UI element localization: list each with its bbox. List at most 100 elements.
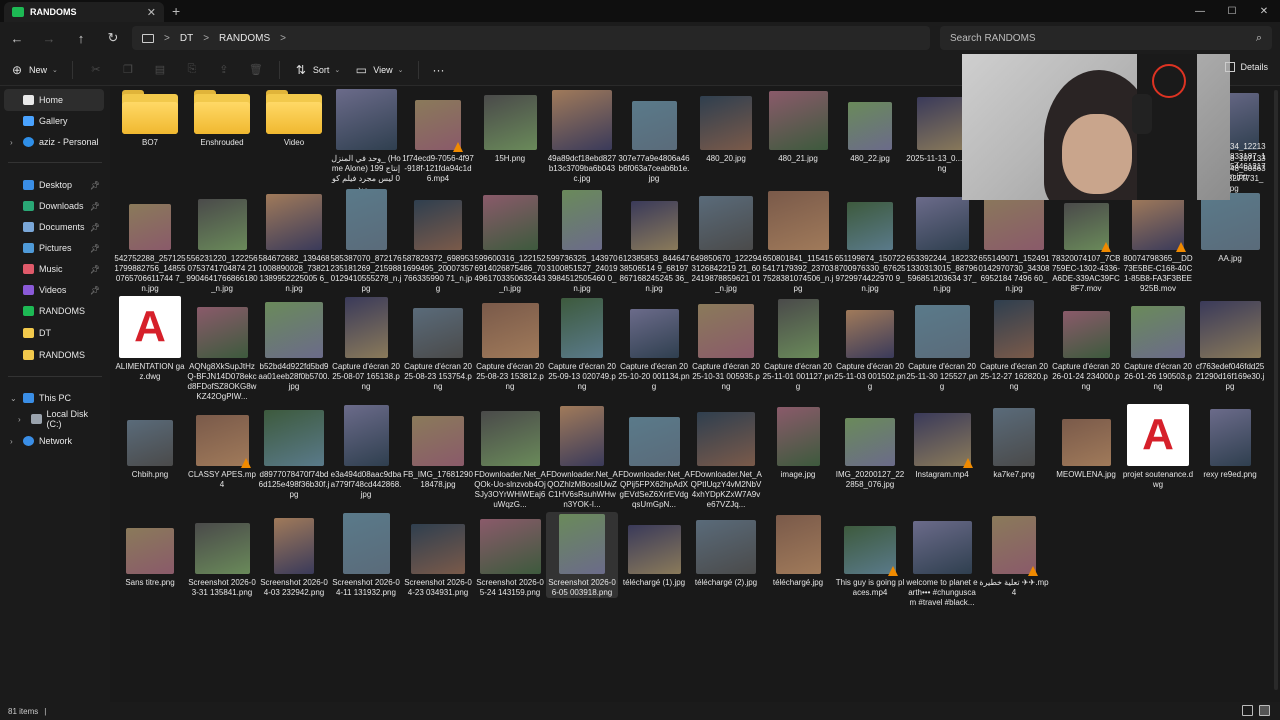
- file-item[interactable]: Screenshot 2026-04-11 131932.png: [330, 512, 402, 598]
- file-item[interactable]: FB_IMG_1768129018478.jpg: [402, 404, 474, 490]
- file-item[interactable]: Capture d'écran 2025-10-31 005935.png: [690, 296, 762, 392]
- file-item[interactable]: 480_21.jpg: [762, 88, 834, 164]
- file-item[interactable]: Capture d'écran 2026-01-24 234000.png: [1050, 296, 1122, 392]
- file-item[interactable]: 651199874_1507228700976330_6762597299744…: [834, 188, 906, 294]
- close-window-button[interactable]: ✕: [1248, 0, 1280, 22]
- file-item[interactable]: Capture d'écran 2025-11-01 001127.png: [762, 296, 834, 392]
- file-item[interactable]: image.jpg: [762, 404, 834, 480]
- sidebar-item-randoms[interactable]: RANDOMS: [4, 344, 104, 366]
- chevron-right-icon[interactable]: ›: [10, 138, 18, 147]
- file-item[interactable]: cf763edef046fdd2521290d16f169e30.jpg: [1194, 296, 1266, 392]
- file-item[interactable]: Capture d'écran 2025-08-23 153812.png: [474, 296, 546, 392]
- file-item[interactable]: 556231220_1222560753741704874 2199046417…: [186, 188, 258, 294]
- file-item[interactable]: Enshrouded: [186, 88, 258, 148]
- chevron-right-icon[interactable]: ›: [18, 415, 26, 424]
- file-item[interactable]: welcome to planet earth••• #chunguscam #…: [906, 512, 978, 608]
- file-item[interactable]: 587829372_6989531699495_2000735776633599…: [402, 188, 474, 294]
- file-item[interactable]: 649850670_1222943126842219 21_6024198788…: [690, 188, 762, 294]
- search-input[interactable]: Search RANDOMS ⌕: [940, 26, 1272, 50]
- file-item[interactable]: Screenshot 2026-05-24 143159.png: [474, 512, 546, 598]
- address-field[interactable]: > DT > RANDOMS >: [132, 26, 930, 50]
- file-item[interactable]: وحد في المنزل_ (Home Alone) إنتاج 1990 ل…: [330, 88, 402, 194]
- maximize-button[interactable]: ☐: [1216, 0, 1248, 22]
- sidebar-item-documents[interactable]: Documents 📌︎: [4, 216, 104, 238]
- sidebar-item-local-disk[interactable]: › Local Disk (C:): [4, 408, 104, 430]
- copy-icon[interactable]: ❐: [119, 63, 137, 77]
- large-icons-view-icon[interactable]: [1259, 705, 1270, 716]
- file-item[interactable]: This guy is going places.mp4: [834, 512, 906, 598]
- close-tab-icon[interactable]: ✕: [147, 6, 156, 19]
- file-item[interactable]: Screenshot 2026-04-23 034931.png: [402, 512, 474, 598]
- file-item[interactable]: Capture d'écran 2026-01-26 190503.png: [1122, 296, 1194, 392]
- file-item[interactable]: Sans titre.png: [114, 512, 186, 588]
- cut-icon[interactable]: ✂: [87, 63, 105, 77]
- file-item[interactable]: téléchargé.jpg: [762, 512, 834, 588]
- file-item[interactable]: téléchargé (1).jpg: [618, 512, 690, 588]
- file-item[interactable]: e3a494d08aac9dbaa779f748cd442868.jpg: [330, 404, 402, 500]
- chevron-right-icon[interactable]: ›: [10, 437, 18, 446]
- file-item[interactable]: 599736325_1439703100851527_2401939845125…: [546, 188, 618, 294]
- file-item[interactable]: A ALIMENTATION gaz.dwg: [114, 296, 186, 382]
- file-item[interactable]: 542752288_2571251799882756_1485507657066…: [114, 188, 186, 294]
- file-item[interactable]: Screenshot 2026-03-31 135841.png: [186, 512, 258, 598]
- sidebar-item-videos[interactable]: Videos 📌︎: [4, 279, 104, 301]
- rename-icon[interactable]: ⎘: [183, 63, 201, 77]
- file-item[interactable]: Capture d'écran 2025-08-23 153754.png: [402, 296, 474, 392]
- file-item[interactable]: FDownloader.Net_AQPtIUqzY4vM2NbV4xhYDpKZ…: [690, 404, 762, 510]
- chevron-down-icon[interactable]: ⌄: [10, 394, 18, 403]
- file-item[interactable]: d8977078470f74bd6d125e498f36b30f.jpg: [258, 404, 330, 500]
- file-item[interactable]: BO7: [114, 88, 186, 148]
- file-item[interactable]: Capture d'écran 2025-08-07 165138.png: [330, 296, 402, 392]
- file-item[interactable]: 307e77a9e4806a46b6f063a7ceab6b1e.jpg: [618, 88, 690, 184]
- file-item[interactable]: Capture d'écran 2025-09-13 020749.png: [546, 296, 618, 392]
- file-item[interactable]: Capture d'écran 2025-11-03 001502.png: [834, 296, 906, 392]
- back-arrow-icon[interactable]: ←: [6, 28, 28, 48]
- file-item[interactable]: 612385853_84464738506514 9_6819786716824…: [618, 188, 690, 294]
- file-item[interactable]: 653392244_1822321330313015_8879659685120…: [906, 188, 978, 294]
- file-item[interactable]: 480_20.jpg: [690, 88, 762, 164]
- file-item[interactable]: MEOWLENA.jpg: [1050, 404, 1122, 480]
- file-item[interactable]: 78320074107_7CB759EC-1302-4336-A6DE-339A…: [1050, 188, 1122, 294]
- file-item[interactable]: 655149071_1524910142970730_343086952184 …: [978, 188, 1050, 294]
- file-item[interactable]: b52bd4d922fd5bd9aa01eeb28f0b5700.jpg: [258, 296, 330, 392]
- details-view-icon[interactable]: [1242, 705, 1253, 716]
- minimize-button[interactable]: —: [1184, 0, 1216, 22]
- sidebar-item-onedrive[interactable]: › aziz - Personal: [4, 131, 104, 153]
- refresh-icon[interactable]: ↻: [102, 28, 124, 48]
- sidebar-item-this-pc[interactable]: ⌄ This PC: [4, 387, 104, 409]
- file-item[interactable]: CLASSY APES.mp4: [186, 404, 258, 490]
- file-item[interactable]: FDownloader.Net_AQPij5FPX62hpAdXgEVdSeZ6…: [618, 404, 690, 510]
- sidebar-item-network[interactable]: › Network: [4, 430, 104, 452]
- tab-randoms[interactable]: RANDOMS ✕: [4, 2, 164, 22]
- file-item[interactable]: IMG_20200127_222858_076.jpg: [834, 404, 906, 490]
- file-item[interactable]: rexy re9ed.png: [1194, 404, 1266, 480]
- new-tab-button[interactable]: +: [172, 3, 180, 19]
- delete-icon[interactable]: 🗑: [247, 63, 265, 77]
- breadcrumb-randoms[interactable]: RANDOMS: [219, 33, 270, 44]
- breadcrumb-dt[interactable]: DT: [180, 33, 193, 44]
- file-item[interactable]: تعلية خطيرة ✈✈.mp4: [978, 512, 1050, 598]
- sort-button[interactable]: ⇅ Sort ⌄: [294, 63, 340, 77]
- sidebar-item-randoms-pinned[interactable]: RANDOMS: [4, 300, 104, 322]
- file-item[interactable]: 1f74ecd9-7056-4f97-918f-121fda94c1d6.mp4: [402, 88, 474, 184]
- file-item[interactable]: Aprojet soutenance.dwg: [1122, 404, 1194, 490]
- file-item[interactable]: 480_22.jpg: [834, 88, 906, 164]
- file-item[interactable]: Capture d'écran 2025-12-27 162820.png: [978, 296, 1050, 392]
- file-item[interactable]: téléchargé (2).jpg: [690, 512, 762, 588]
- chevron-right-icon[interactable]: >: [280, 33, 286, 44]
- file-item[interactable]: Video: [258, 88, 330, 148]
- file-item[interactable]: Screenshot 2026-04-03 232942.png: [258, 512, 330, 598]
- file-item[interactable]: 585387070_872176235181269_21598801294105…: [330, 188, 402, 294]
- share-icon[interactable]: ⇪: [215, 63, 233, 77]
- file-item[interactable]: 15H.png: [474, 88, 546, 164]
- sidebar-item-music[interactable]: Music 📌︎: [4, 258, 104, 280]
- new-button[interactable]: ⊕ New ⌄: [10, 63, 58, 77]
- sidebar-item-dt[interactable]: DT: [4, 322, 104, 344]
- file-item[interactable]: 599600316_1221526914026875486_7049617033…: [474, 188, 546, 294]
- sidebar-item-gallery[interactable]: Gallery: [4, 110, 104, 132]
- scrollbar[interactable]: [1274, 90, 1278, 690]
- file-item[interactable]: Capture d'écran 2025-11-30 125527.png: [906, 296, 978, 392]
- file-item[interactable]: FDownloader.Net_AQOZhlzM8ooslUwZC1HV6sRs…: [546, 404, 618, 510]
- details-button[interactable]: Details: [1225, 62, 1268, 72]
- file-item[interactable]: 650801841_1154155417179392_2370375283810…: [762, 188, 834, 294]
